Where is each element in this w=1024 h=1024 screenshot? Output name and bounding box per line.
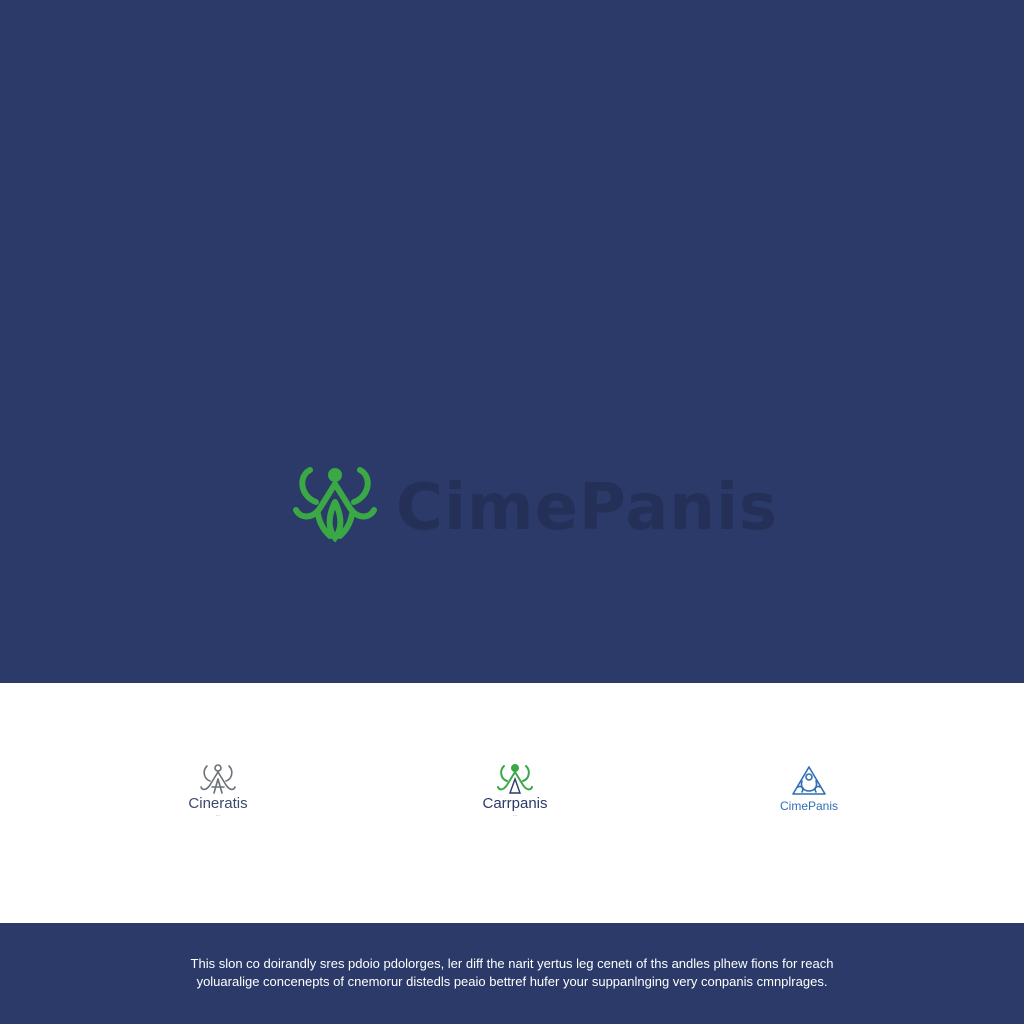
footer-text: This slon co doirandly sres pdoio pdolor… <box>100 955 924 991</box>
leaf-figure-logo-icon <box>293 467 377 542</box>
variant-tagline: … <box>215 812 221 818</box>
variant-tagline: … <box>512 812 518 818</box>
footer-line-2: yoluaralige concenepts of cnemorur diste… <box>196 974 828 989</box>
variant-name: Cineratis <box>188 795 248 812</box>
footer-description: This slon co doirandly sres pdoio pdolor… <box>0 923 1024 1024</box>
hero-logo: CimePanis <box>290 460 777 550</box>
blue-outline-logo-icon <box>792 766 826 795</box>
logo-variants-band: Cineratis … Carrpanis … CimePanis <box>0 683 1024 923</box>
grey-figure-logo-icon <box>200 764 236 794</box>
logo-variant-grey: Cineratis … <box>148 763 288 833</box>
logo-variant-green: Carrpanis … <box>445 763 585 833</box>
logo-variant-blue: CimePanis <box>739 765 879 835</box>
green-figure-logo-icon <box>497 764 533 794</box>
hero-wordmark: CimePanis <box>396 471 778 545</box>
footer-line-1: This slon co doirandly sres pdoio pdolor… <box>190 956 834 971</box>
variant-name: Carrpanis <box>482 795 548 812</box>
variant-name: CimePanis <box>779 799 839 813</box>
hero-banner: CimePanis <box>0 0 1024 683</box>
